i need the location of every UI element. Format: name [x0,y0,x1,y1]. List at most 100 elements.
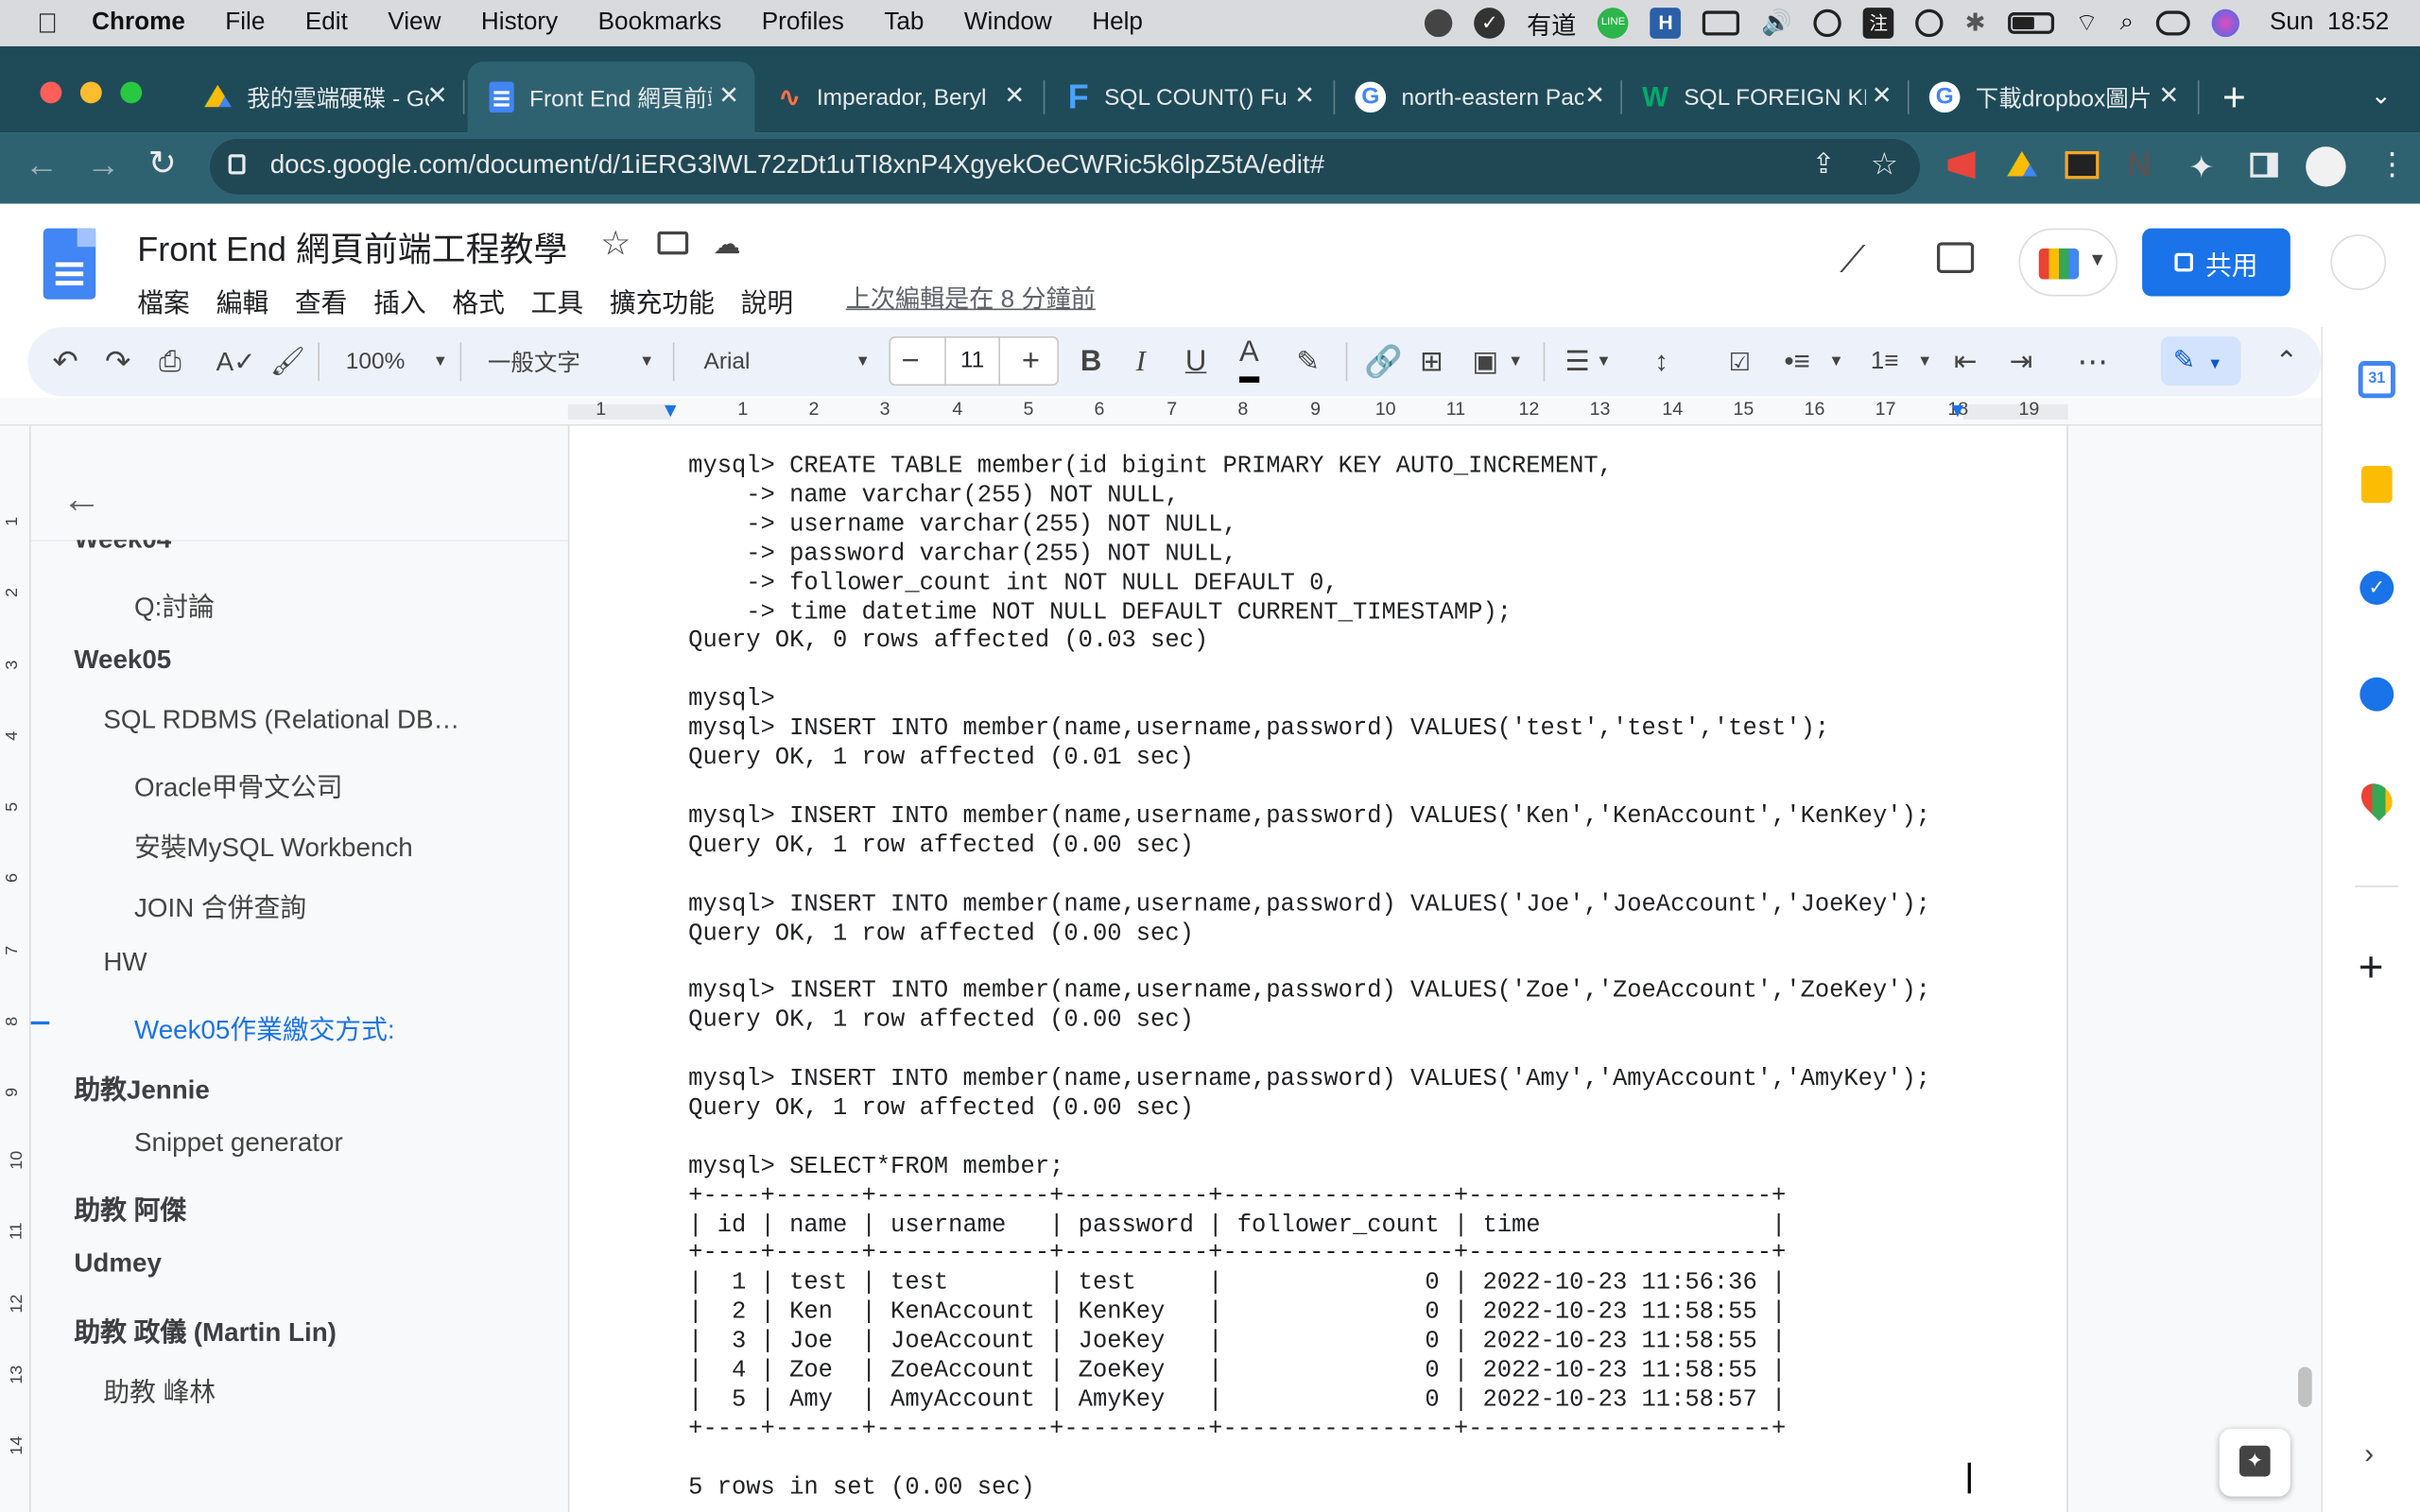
control-center-icon[interactable] [2155,10,2190,36]
keyboard-icon[interactable] [1703,10,1740,36]
google-calendar-icon[interactable]: 31 [2358,361,2395,399]
account-avatar[interactable] [2330,234,2387,290]
google-docs-logo-icon[interactable] [43,228,96,300]
code-block[interactable]: mysql> CREATE TABLE member(id bigint PRI… [688,452,1930,1502]
tab-close-icon[interactable]: ✕ [427,80,448,112]
checklist-icon[interactable]: ☑ [1729,327,1751,396]
outline-item[interactable]: Q:討論 [134,585,215,624]
numbered-list-icon[interactable]: 1≡ ▼ [1871,327,1933,396]
star-icon[interactable]: ☆ [600,224,631,264]
document-title[interactable]: Front End 網頁前端工程教學 [137,222,567,271]
menu-tab[interactable]: Tab [884,9,924,37]
outline-item[interactable]: SQL RDBMS (Relational DB… [103,705,459,736]
outline-item[interactable]: Snippet generator [134,1127,343,1159]
highlight-icon[interactable]: ✎ [1296,327,1320,396]
decrease-indent-icon[interactable]: ⇤ [1954,327,1978,396]
comments-icon[interactable] [1936,242,1975,273]
h-app-icon[interactable]: H [1650,8,1682,39]
input-method-icon[interactable]: 注 [1862,8,1894,39]
tab-north-eastern[interactable]: G north-eastern Pacific ✕ [1337,61,1620,132]
new-tab-icon[interactable]: + [2222,74,2246,120]
zoom-select[interactable]: 100% ▼ [346,327,448,396]
meet-button[interactable]: ▼ [2018,228,2118,297]
show-side-panel-chevron-icon[interactable]: › [2364,1438,2374,1470]
right-indent-marker-icon[interactable]: ▼ [1947,398,1967,421]
google-contacts-icon[interactable] [2360,677,2394,712]
last-edit-link[interactable]: 上次編輯是在 8 分鐘前 [846,278,1096,315]
tab-front-end-doc[interactable]: Front End 網頁前端 ✕ [467,61,755,133]
tab-sql-count[interactable]: F SQL COUNT() Function ✕ [1049,61,1330,132]
menu-insert-zh[interactable]: 插入 [373,281,426,319]
add-addon-icon[interactable]: + [2359,943,2384,990]
google-tasks-icon[interactable]: ✓ [2360,571,2394,605]
tab-close-icon[interactable]: ✕ [1584,80,1605,112]
outline-item[interactable]: Oracle甲骨文公司 [134,765,343,804]
spellcheck-icon[interactable]: A✓ [216,327,256,396]
explore-button[interactable]: ✦ [2219,1428,2290,1497]
google-keep-icon[interactable] [2360,466,2393,504]
align-icon[interactable]: ☰ ▼ [1565,327,1612,396]
reload-icon[interactable]: ↻ [148,144,177,183]
chrome-menu-icon[interactable]: ⋮ [2377,145,2408,183]
side-panel-icon[interactable] [2250,152,2278,178]
menu-edit[interactable]: Edit [305,9,348,37]
increase-indent-icon[interactable]: ⇥ [2010,327,2033,396]
left-indent-marker-icon[interactable]: ▼ [661,398,681,421]
menu-view[interactable]: View [388,9,441,37]
volume-icon[interactable]: 🔊 [1761,8,1792,39]
vertical-scrollbar-thumb[interactable] [2298,1366,2312,1407]
menu-history[interactable]: History [481,9,558,37]
menu-profiles[interactable]: Profiles [762,9,844,37]
siri-icon[interactable] [2210,9,2239,38]
outline-item[interactable]: Udmey [74,1248,162,1280]
italic-button[interactable]: I [1136,327,1146,396]
tab-close-icon[interactable]: ✕ [1004,80,1025,112]
add-comment-icon[interactable]: ⊞ [1420,327,1443,396]
redo-icon[interactable]: ↷ [105,327,130,396]
spotlight-search-icon[interactable]: ⌕ [2120,9,2135,37]
bluetooth-icon[interactable]: ✱ [1965,8,1986,39]
minimize-window-button[interactable] [79,81,102,104]
apple-icon[interactable]:  [37,7,58,39]
move-folder-icon[interactable] [657,231,689,255]
menu-file-zh[interactable]: 檔案 [137,281,190,319]
line-spacing-icon[interactable]: ↕ [1654,327,1668,396]
url-text[interactable]: docs.google.com/document/d/1iERG3lWL72zD… [270,149,1324,180]
editing-mode-button[interactable]: ✎ ▼ [2160,335,2241,387]
font-select[interactable]: Arial ▼ [703,327,870,396]
tab-imperador[interactable]: ∿ Imperador, Beryl ✕ [759,61,1040,132]
menu-edit-zh[interactable]: 編輯 [216,281,269,319]
tab-search-chevron-icon[interactable]: ⌄ [2371,80,2392,112]
wifi-icon[interactable]: ⌔ [2075,8,2099,39]
menu-app[interactable]: Chrome [92,9,185,37]
undo-icon[interactable]: ↶ [53,327,78,396]
outline-item[interactable]: 助教 政儀 (Martin Lin) [74,1310,337,1349]
tab-close-icon[interactable]: ✕ [2158,80,2179,112]
extension-n-icon[interactable]: N [2127,145,2152,184]
outline-item[interactable]: 安裝MySQL Workbench [134,825,413,864]
battery-icon[interactable] [2007,12,2054,34]
paint-format-icon[interactable]: 🖌 [270,327,305,396]
profile-avatar[interactable] [2306,146,2346,187]
menu-view-zh[interactable]: 查看 [295,281,348,319]
youdao-label[interactable]: 有道 [1527,5,1576,42]
outline-item[interactable]: 助教 峰林 [103,1370,216,1409]
close-window-button[interactable] [40,81,62,104]
outline-item[interactable]: HW [103,947,147,978]
tab-close-icon[interactable]: ✕ [718,80,739,112]
menu-help[interactable]: Help [1092,9,1143,37]
lock-icon[interactable] [228,154,246,175]
decrease-font-size-button[interactable]: − [901,327,919,396]
insert-link-icon[interactable]: 🔗 [1364,327,1403,396]
underline-button[interactable]: U [1185,327,1206,396]
increase-font-size-button[interactable]: + [1022,327,1040,396]
forward-icon[interactable]: → [86,145,120,184]
outline-item[interactable]: 助教Jennie [74,1068,209,1107]
menu-tools-zh[interactable]: 工具 [531,281,584,319]
insert-image-icon[interactable]: ▣ ▼ [1473,327,1524,396]
more-options-icon[interactable]: ⋯ [2078,327,2109,396]
bold-button[interactable]: B [1080,327,1101,396]
extension-card-icon[interactable] [2065,150,2100,180]
share-button[interactable]: 共用 [2142,228,2290,297]
text-style-select[interactable]: 一般文字 ▼ [488,327,654,396]
